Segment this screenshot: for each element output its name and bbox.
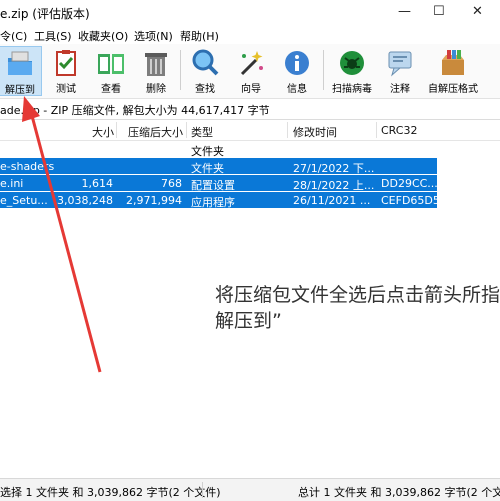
close-button[interactable]: ✕ bbox=[472, 4, 483, 19]
scan-virus-button[interactable]: 扫描病毒 bbox=[327, 46, 377, 96]
column-divider[interactable] bbox=[186, 122, 187, 138]
column-packed[interactable]: 压缩后大小 bbox=[128, 124, 183, 140]
trash-icon bbox=[145, 53, 167, 76]
column-modified[interactable]: 修改时间 bbox=[293, 124, 337, 140]
test-label: 测试 bbox=[56, 84, 76, 95]
window-title: e.zip (评估版本) bbox=[0, 7, 90, 21]
table-row[interactable]: e.ini 1,614 768 配置设置 28/1/2022 上... DD29… bbox=[0, 175, 438, 192]
file-name: e_Setu... bbox=[0, 194, 48, 207]
file-crc: CEFD65D5 bbox=[381, 194, 440, 207]
magnifier-icon bbox=[192, 49, 219, 76]
info-button[interactable]: 信息 bbox=[275, 46, 319, 96]
test-clipboard-icon bbox=[56, 50, 76, 76]
file-packed-size: 768 bbox=[161, 177, 182, 190]
archive-path-text: ade.zip - ZIP 压缩文件, 解包大小为 44,617,417 字节 bbox=[0, 104, 270, 117]
archive-path-bar[interactable]: ade.zip - ZIP 压缩文件, 解包大小为 44,617,417 字节 bbox=[0, 99, 500, 120]
find-button[interactable]: 查找 bbox=[183, 46, 227, 96]
column-divider[interactable] bbox=[376, 122, 377, 138]
instruction-annotation: 将压缩包文件全选后点击箭头所指 解压到” bbox=[215, 282, 500, 334]
table-row[interactable]: e_Setu... 3,038,248 2,971,994 应用程序 26/11… bbox=[0, 192, 440, 209]
file-modified: 28/1/2022 上... bbox=[293, 179, 375, 192]
toolbar: 解压到 测试 查看 删除 查找 向导 信息 扫描病毒 注释 自解压格式 bbox=[0, 44, 500, 99]
menu-tools[interactable]: 工具(S) bbox=[34, 28, 72, 44]
table-row[interactable]: e-shaders 文件夹 27/1/2022 下... bbox=[0, 158, 437, 175]
maximize-button[interactable]: ☐ bbox=[433, 4, 445, 19]
file-type: 文件夹 bbox=[191, 162, 224, 175]
toolbar-divider bbox=[180, 50, 181, 90]
view-label: 查看 bbox=[101, 84, 121, 95]
delete-button[interactable]: 删除 bbox=[134, 46, 178, 96]
menu-favorites[interactable]: 收藏夹(O) bbox=[78, 28, 128, 44]
extract-to-button[interactable]: 解压到 bbox=[0, 46, 42, 96]
file-size: 3,038,248 bbox=[57, 194, 113, 207]
sfx-label: 自解压格式 bbox=[428, 84, 478, 95]
extract-to-label: 解压到 bbox=[5, 85, 35, 96]
file-packed-size: 2,971,994 bbox=[126, 194, 182, 207]
minimize-button[interactable]: — bbox=[398, 4, 411, 19]
file-name: e.ini bbox=[0, 177, 24, 190]
column-divider[interactable] bbox=[116, 122, 117, 138]
wizard-button[interactable]: 向导 bbox=[229, 46, 273, 96]
toolbar-divider bbox=[323, 50, 324, 90]
comment-icon bbox=[388, 51, 412, 77]
status-bar: 选择 1 文件夹 和 3,039,862 字节(2 个文件) 总计 1 文件夹 … bbox=[0, 478, 500, 501]
view-button[interactable]: 查看 bbox=[89, 46, 133, 96]
column-crc[interactable]: CRC32 bbox=[381, 124, 417, 137]
menu-options[interactable]: 选项(N) bbox=[134, 28, 173, 44]
info-icon bbox=[285, 51, 309, 75]
status-divider bbox=[202, 482, 203, 498]
view-book-icon bbox=[98, 54, 124, 74]
status-total: 总计 1 文件夹 和 3,039,862 字节(2 个文件) bbox=[298, 486, 500, 499]
scan-virus-label: 扫描病毒 bbox=[332, 84, 372, 95]
sfx-box-icon bbox=[442, 50, 464, 75]
title-bar: e.zip (评估版本) — ☐ ✕ bbox=[0, 0, 500, 26]
menu-help[interactable]: 帮助(H) bbox=[180, 28, 219, 44]
column-divider[interactable] bbox=[287, 122, 288, 138]
file-type: 文件夹 bbox=[191, 145, 224, 158]
file-type: 应用程序 bbox=[191, 196, 235, 209]
info-label: 信息 bbox=[287, 84, 307, 95]
menu-bar: 令(C) 工具(S) 收藏夹(O) 选项(N) 帮助(H) bbox=[0, 26, 500, 44]
file-modified: 27/1/2022 下... bbox=[293, 162, 375, 175]
wizard-wand-icon bbox=[240, 51, 263, 76]
annotation-line-1: 将压缩包文件全选后点击箭头所指 bbox=[215, 284, 500, 306]
comment-label: 注释 bbox=[390, 84, 410, 95]
test-button[interactable]: 测试 bbox=[44, 46, 88, 96]
find-label: 查找 bbox=[195, 84, 215, 95]
column-size[interactable]: 大小 bbox=[92, 124, 114, 140]
status-selection: 选择 1 文件夹 和 3,039,862 字节(2 个文件) bbox=[0, 486, 221, 499]
annotation-line-2: 解压到” bbox=[215, 310, 282, 332]
file-modified: 26/11/2021 ... bbox=[293, 194, 371, 207]
menu-command[interactable]: 令(C) bbox=[0, 28, 27, 44]
file-crc: DD29CC... bbox=[381, 177, 438, 190]
comment-button[interactable]: 注释 bbox=[378, 46, 422, 96]
virus-scan-icon bbox=[340, 51, 364, 75]
delete-label: 删除 bbox=[146, 84, 166, 95]
column-type[interactable]: 类型 bbox=[191, 124, 213, 140]
file-name: e-shaders bbox=[0, 160, 55, 173]
sfx-button[interactable]: 自解压格式 bbox=[424, 46, 482, 96]
file-type: 配置设置 bbox=[191, 179, 235, 192]
file-size: 1,614 bbox=[81, 177, 114, 190]
extract-folder-icon bbox=[8, 51, 32, 75]
table-row[interactable]: 文件夹 bbox=[0, 141, 437, 158]
wizard-label: 向导 bbox=[241, 84, 261, 95]
column-header-row: 大小 压缩后大小 类型 修改时间 CRC32 bbox=[0, 120, 500, 141]
